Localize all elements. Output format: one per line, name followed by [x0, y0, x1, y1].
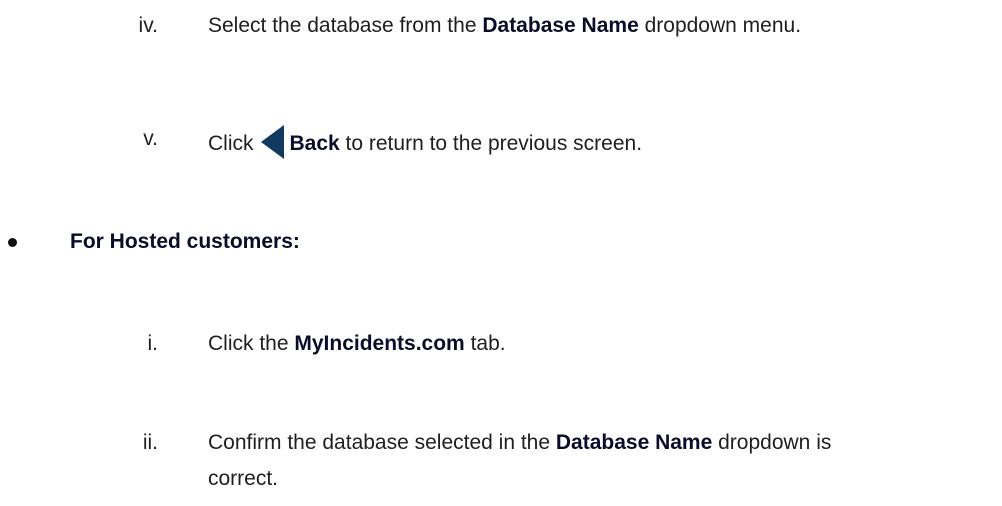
- step-text-prefix: Select the database from the: [208, 14, 483, 37]
- step-numeral: v.: [143, 127, 158, 150]
- step-numeral: iv.: [138, 14, 158, 37]
- step-text-prefix: Confirm the database selected in the: [208, 431, 556, 454]
- ui-term-myincidents-tab: MyIncidents.com: [294, 332, 465, 355]
- step-numeral: i.: [147, 332, 159, 355]
- step-text: Click the MyIncidents.com tab.: [208, 330, 506, 358]
- ui-term-database-name: Database Name: [555, 431, 713, 454]
- step-text: Select the database from the Database Na…: [208, 12, 801, 40]
- step-text-suffix: tab.: [464, 332, 506, 355]
- step-text: Click Back to return to the previous scre…: [208, 125, 642, 159]
- back-arrow-icon: [260, 125, 284, 159]
- bullet-heading: For Hosted customers:: [70, 230, 300, 253]
- step-numeral: ii.: [142, 431, 158, 454]
- step-text-suffix: dropdown is: [712, 431, 832, 454]
- step-text-continuation: correct.: [208, 467, 279, 490]
- step-text-prefix: Click the: [208, 332, 295, 355]
- step-text-prefix: Click: [208, 132, 254, 155]
- bullet-dot-icon: [8, 238, 17, 247]
- ui-term-database-name: Database Name: [482, 14, 639, 37]
- step-text: Confirm the database selected in the Dat…: [208, 429, 831, 457]
- step-text-suffix: dropdown menu.: [638, 14, 802, 37]
- ui-term-back: Back: [289, 132, 340, 155]
- step-text-suffix: to return to the previous screen.: [339, 132, 643, 155]
